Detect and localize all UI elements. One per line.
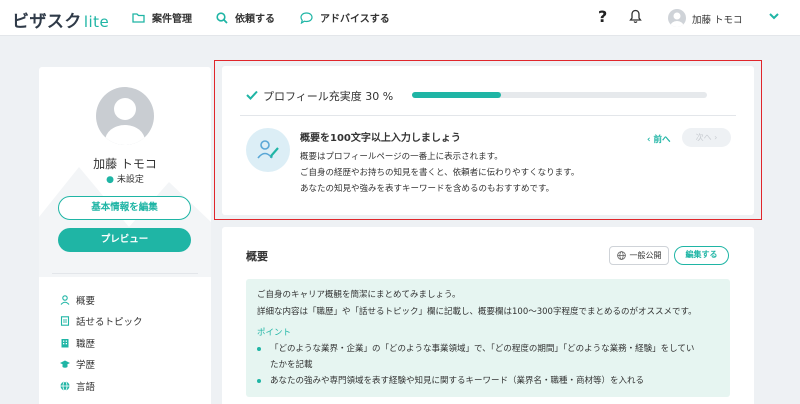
- logo-lite: lite: [83, 13, 110, 31]
- profile-sidebar: 加藤 トモコ ● 未設定 基本情報を編集 プレビュー 概要 話せるトピック 職歴 …: [39, 67, 211, 404]
- search-icon: [216, 11, 228, 24]
- graduation-cap-icon: [60, 360, 70, 368]
- overview-edit-button[interactable]: 編集する: [674, 246, 729, 265]
- help-icon[interactable]: ?: [598, 7, 607, 26]
- menu-label: 話せるトピック: [76, 317, 143, 329]
- overview-title: 概要: [246, 250, 268, 263]
- guide-bullet: あなたの強みや専門領域を表す経験や知見に関するキーワード（業界名・職種・商材等）…: [270, 376, 645, 386]
- menu-label: 言語: [76, 381, 96, 393]
- menu-item-career[interactable]: 職歴: [60, 332, 143, 354]
- chevron-down-icon[interactable]: [768, 11, 780, 21]
- nav-project-management[interactable]: 案件管理: [132, 10, 192, 25]
- nav-request[interactable]: 依頼する: [216, 10, 275, 25]
- menu-item-topics[interactable]: 話せるトピック: [60, 311, 143, 333]
- chat-bubble-icon: [300, 11, 313, 24]
- guide-point-label: ポイント: [257, 328, 292, 338]
- user-avatar[interactable]: [668, 9, 686, 27]
- menu-label: 職歴: [76, 338, 96, 350]
- menu-item-overview[interactable]: 概要: [60, 289, 143, 311]
- nav-label: 依頼する: [235, 14, 275, 25]
- bell-icon[interactable]: [629, 9, 642, 24]
- location-pin-icon: ●: [106, 175, 114, 185]
- folder-icon: [132, 13, 145, 23]
- menu-item-education[interactable]: 学歴: [60, 354, 143, 376]
- document-icon: [60, 316, 70, 326]
- guide-bullet: 「どのような業界・企業」の「どのような事業領域」で、「どの程度の期間」「どのよう…: [270, 344, 695, 354]
- highlight-frame: [214, 60, 762, 220]
- user-name[interactable]: 加藤 トモコ: [692, 12, 743, 26]
- logo-text: ビザスク: [12, 12, 82, 32]
- overview-guide-box: ご自身のキャリア概観を簡潔にまとめてみましょう。 詳細な内容は「職歴」や「話せる…: [246, 279, 730, 397]
- menu-label: 学歴: [76, 360, 96, 372]
- guide-bullet-continued: たかを記載: [270, 360, 313, 370]
- nav-advise[interactable]: アドバイスする: [300, 10, 390, 25]
- profile-location: ● 未設定: [39, 172, 211, 185]
- globe-icon: [616, 251, 626, 260]
- guide-line: 詳細な内容は「職歴」や「話せるトピック」欄に記載し、概要欄は100〜300字程度…: [257, 307, 697, 317]
- guide-line: ご自身のキャリア概観を簡潔にまとめてみましょう。: [257, 290, 461, 300]
- profile-name: 加藤 トモコ: [93, 157, 157, 171]
- nav-label: 案件管理: [152, 14, 192, 25]
- menu-label: 概要: [76, 295, 96, 307]
- profile-menu: 概要 話せるトピック 職歴 学歴 言語: [60, 289, 143, 397]
- top-header: ビザスク lite 案件管理 依頼する アドバイスする ? 加藤 トモコ: [0, 0, 800, 36]
- nav-label: アドバイスする: [320, 14, 390, 25]
- profile-avatar: [96, 87, 154, 145]
- sidebar-divider: [52, 273, 198, 274]
- visibility-select[interactable]: 一般公開: [609, 246, 669, 265]
- person-icon: [60, 294, 70, 305]
- preview-button[interactable]: プレビュー: [58, 228, 191, 252]
- overview-card: 概要 一般公開 編集する ご自身のキャリア概観を簡潔にまとめてみましょう。 詳細…: [222, 227, 754, 404]
- bullet-dot: [257, 347, 261, 351]
- site-logo[interactable]: ビザスク lite: [12, 7, 109, 32]
- visibility-label: 一般公開: [629, 251, 662, 260]
- bullet-dot: [257, 379, 261, 383]
- edit-basic-info-button[interactable]: 基本情報を編集: [58, 196, 191, 220]
- globe-icon: [60, 380, 70, 391]
- location-text: 未設定: [116, 175, 144, 185]
- building-icon: [61, 338, 69, 348]
- menu-item-language[interactable]: 言語: [60, 375, 143, 397]
